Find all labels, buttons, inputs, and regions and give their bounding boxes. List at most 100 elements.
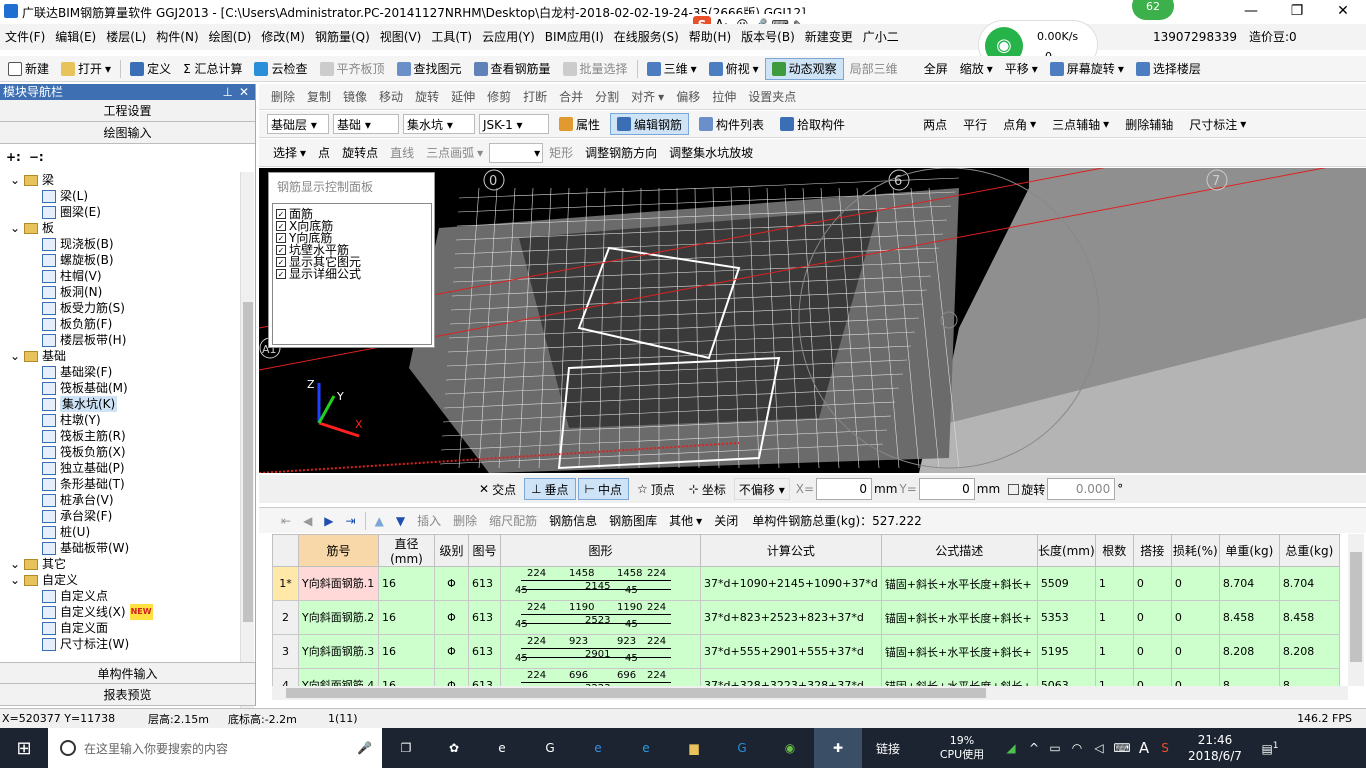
layer-select[interactable]: 基础层 ▾ [267, 114, 329, 134]
x-input[interactable]: 0 [816, 478, 873, 500]
row-header[interactable]: 2 [272, 600, 299, 635]
menu-tools[interactable]: 工具(T) [426, 24, 477, 50]
menu-file[interactable]: 文件(F) [0, 24, 50, 50]
tree-item[interactable]: 基础梁(F) [0, 364, 240, 380]
tree-item[interactable]: 条形基础(T) [0, 476, 240, 492]
task-view-icon[interactable]: ❐ [382, 741, 430, 755]
cell-loss[interactable]: 0 [1170, 634, 1220, 669]
tree-folder[interactable]: ⌄ 梁 [0, 172, 240, 188]
tree-toggle-icon[interactable]: ⌄ [10, 556, 24, 572]
col-length[interactable]: 长度(mm) [1036, 534, 1096, 567]
snap-coordinate-button[interactable]: ⊹ 坐标 [683, 478, 732, 500]
view-rebar-qty-button[interactable]: 查看钢筋量 [468, 58, 557, 80]
check-show-detail-formula[interactable]: ✓ 显示详细公式 [273, 268, 431, 280]
dynamic-orbit-button[interactable]: 动态观察 [764, 57, 844, 80]
tree-folder[interactable]: ⌄ 板 [0, 220, 240, 236]
mirror-button[interactable]: 镜像 [337, 86, 373, 108]
rotate-button[interactable]: 旋转 [409, 86, 445, 108]
checkbox[interactable]: ✓ [276, 257, 286, 267]
adjust-pit-slope-button[interactable]: 调整集水坑放坡 [663, 142, 759, 164]
cell-diameter[interactable]: 16 [378, 668, 435, 686]
tree-item[interactable]: 圈梁(E) [0, 204, 240, 220]
taskbar-app-icon[interactable]: ✿ [430, 741, 478, 755]
pan-button[interactable]: 平移 ▾ [999, 58, 1044, 80]
col-grade[interactable]: 级别 [434, 534, 469, 567]
menu-help[interactable]: 帮助(H) [684, 24, 736, 50]
align-slab-top-button[interactable]: 平齐板顶 [314, 58, 391, 80]
cell-unit-weight[interactable]: 8 [1218, 668, 1280, 686]
battery-icon[interactable]: ▭ [1044, 741, 1066, 755]
taskbar-app-icon[interactable]: G [526, 741, 574, 755]
panel-close-icon[interactable]: ✕ [239, 84, 249, 100]
tree-item[interactable]: 板洞(N) [0, 284, 240, 300]
zoom-button[interactable]: 缩放 ▾ [954, 58, 999, 80]
dimension-button[interactable]: 尺寸标注 ▾ [1183, 113, 1252, 135]
cloud-check-button[interactable]: 云检查 [248, 58, 313, 80]
tree-scrollbar[interactable] [240, 172, 254, 739]
table-row[interactable]: 1* Y向斜面钢筋.1 16 Φ 613 224 1458 1458 224 45 2145 45 37… [272, 566, 1340, 601]
tree-item[interactable]: 板负筋(F) [0, 316, 240, 332]
menu-floor[interactable]: 楼层(L) [101, 24, 151, 50]
taskbar-360-icon[interactable]: ◉ [766, 741, 814, 755]
checkbox[interactable]: ✓ [276, 245, 286, 255]
move-up-button[interactable]: ▲ [369, 510, 390, 532]
checkbox[interactable]: ✓ [276, 269, 286, 279]
menu-new-change[interactable]: 新建变更 [800, 24, 858, 50]
col-formula-desc[interactable]: 公式描述 [880, 534, 1038, 567]
cell-bar-no[interactable]: Y向斜面钢筋.3 [298, 634, 379, 669]
volume-icon[interactable]: ◁ [1088, 741, 1110, 755]
tray-overflow-icon[interactable]: ^ [1024, 741, 1044, 755]
scaled-rebar-button[interactable]: 缩尺配筋 [483, 510, 543, 532]
menu-rebar[interactable]: 钢筋量(Q) [310, 24, 375, 50]
point-tool-button[interactable]: 点 [312, 142, 336, 164]
insert-button[interactable]: 插入 [411, 510, 447, 532]
notification-icon[interactable]: ▤1 [1254, 741, 1286, 756]
tree-item[interactable]: 板受力筋(S) [0, 300, 240, 316]
single-component-input-button[interactable]: 单构件输入 [0, 662, 255, 684]
edit-rebar-button[interactable]: 编辑钢筋 [610, 113, 690, 135]
col-bar-no[interactable]: 筋号 [298, 534, 379, 567]
menu-online[interactable]: 在线服务(S) [609, 24, 684, 50]
tree-toggle-icon[interactable]: ⌄ [10, 220, 24, 236]
delete-button[interactable]: 删除 [265, 86, 301, 108]
3d-view-button[interactable]: 三维 ▾ [641, 58, 703, 80]
account-price[interactable]: 造价豆:0 [1244, 24, 1302, 50]
batch-select-button[interactable]: 批量选择 [557, 58, 634, 80]
menu-version[interactable]: 版本号(B) [736, 24, 800, 50]
close-table-button[interactable]: 关闭 [708, 510, 744, 532]
offset-select[interactable]: 不偏移 ▾ [733, 478, 790, 500]
rect-tool-button[interactable]: 矩形 [543, 142, 579, 164]
cell-diameter[interactable]: 16 [378, 634, 435, 669]
keyboard-tray-icon[interactable]: ⌨ [1110, 741, 1134, 755]
delete-row-button[interactable]: 删除 [447, 510, 483, 532]
select-tool-button[interactable]: 选择 ▾ [267, 142, 312, 164]
cell-loss[interactable]: 0 [1170, 668, 1220, 686]
prev-record-button[interactable]: ◀ [297, 510, 318, 532]
menu-assistant[interactable]: 广小二 [858, 24, 904, 50]
col-lap[interactable]: 搭接 [1132, 534, 1172, 567]
open-button[interactable]: 打开 ▾ [55, 58, 117, 80]
cell-grade[interactable]: Φ [434, 668, 469, 686]
name-select[interactable]: JSK-1 ▾ [479, 114, 549, 134]
set-grip-button[interactable]: 设置夹点 [742, 86, 802, 108]
network-tray-icon[interactable]: ◠ [1066, 741, 1088, 755]
cell-grade[interactable]: Φ [434, 634, 469, 669]
first-record-button[interactable]: ⇤ [275, 510, 297, 532]
cell-grade[interactable]: Φ [434, 600, 469, 635]
move-button[interactable]: 移动 [373, 86, 409, 108]
cell-formula[interactable]: 37*d+1090+2145+1090+37*d [700, 566, 882, 601]
cell-unit-weight[interactable]: 8.704 [1218, 566, 1280, 601]
cell-count[interactable]: 1 [1094, 566, 1134, 601]
top-view-button[interactable]: 俯视 ▾ [703, 58, 765, 80]
arc-tool-button[interactable]: 三点画弧 ▾ [420, 142, 489, 164]
tree-item[interactable]: 现浇板(B) [0, 236, 240, 252]
move-down-button[interactable]: ▼ [390, 510, 411, 532]
y-input[interactable]: 0 [918, 478, 975, 500]
close-button[interactable]: ✕ [1320, 0, 1366, 24]
cell-length[interactable]: 5509 [1036, 566, 1096, 601]
maximize-button[interactable]: ❐ [1274, 0, 1320, 24]
align-button[interactable]: 对齐 ▾ [625, 86, 670, 108]
project-settings-button[interactable]: 工程设置 [0, 100, 255, 122]
menu-draw[interactable]: 绘图(D) [204, 24, 257, 50]
offset-button[interactable]: 偏移 [670, 86, 706, 108]
